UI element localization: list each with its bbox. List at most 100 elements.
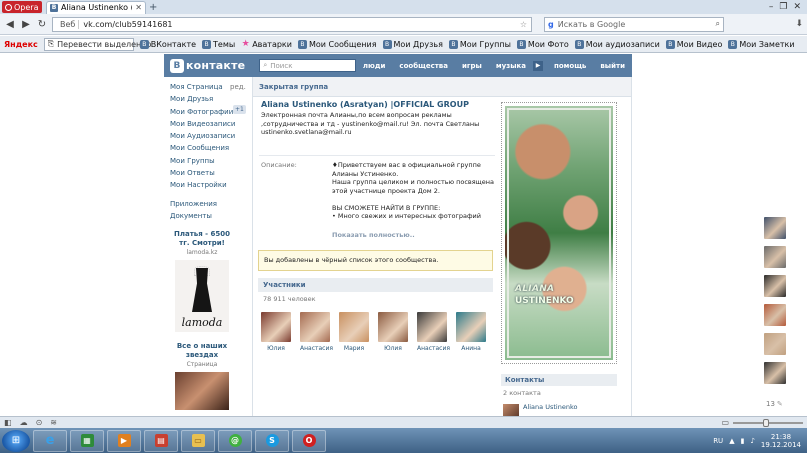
- taskbar-clock[interactable]: 21:38 19.12.2014: [761, 433, 801, 449]
- menu-item-friends[interactable]: Мои Друзья +1: [170, 93, 248, 115]
- friends-online-count[interactable]: 13 ✎: [766, 400, 783, 408]
- maximize-icon[interactable]: ❐: [779, 2, 787, 12]
- volume-icon[interactable]: ♪: [750, 437, 754, 445]
- menu-item-answers[interactable]: Мои Ответы: [170, 167, 248, 179]
- network-icon[interactable]: ▮: [741, 437, 745, 445]
- taskbar-icq[interactable]: @: [218, 429, 252, 452]
- view-icon[interactable]: ▭: [721, 418, 729, 427]
- member-name[interactable]: Анина: [456, 345, 486, 352]
- menu-item-audio[interactable]: Мои Аудиозаписи: [170, 130, 248, 142]
- opera-menu-button[interactable]: Opera: [2, 1, 42, 13]
- ad-block-dresses[interactable]: Платья - 6500 тг. Смотри! lamoda.kz lamo…: [170, 230, 234, 332]
- yandex-logo[interactable]: Яндекс: [4, 40, 38, 49]
- speed-dial-icon[interactable]: ⊙: [36, 418, 43, 427]
- nav-communities[interactable]: сообщества: [392, 62, 455, 70]
- member-avatar[interactable]: [261, 312, 291, 342]
- ad-image-star[interactable]: [175, 372, 229, 410]
- search-icon[interactable]: ⌕: [716, 19, 720, 29]
- friend-avatar[interactable]: [764, 304, 786, 326]
- member-avatar[interactable]: [378, 312, 408, 342]
- tab-close-icon[interactable]: ✕: [135, 3, 142, 12]
- bookmark-videos[interactable]: В Мои Видео: [665, 39, 722, 49]
- taskbar-app-green[interactable]: ▦: [70, 429, 104, 452]
- taskbar-app-red[interactable]: ▤: [144, 429, 178, 452]
- taskbar-explorer[interactable]: ▭: [181, 429, 215, 452]
- menu-item-photos[interactable]: Мои Фотографии: [170, 106, 248, 118]
- members-count[interactable]: 78 911 человек: [263, 295, 316, 303]
- member-avatar[interactable]: [339, 312, 369, 342]
- member-name[interactable]: Мария: [339, 345, 369, 352]
- friend-avatar[interactable]: [764, 217, 786, 239]
- member-item[interactable]: Анастасия: [417, 312, 450, 352]
- member-name[interactable]: Анастасия: [300, 345, 333, 352]
- google-search-field[interactable]: g Искать в Google ⌕: [544, 16, 724, 32]
- play-icon[interactable]: ▶: [533, 60, 544, 71]
- show-full-link[interactable]: Показать полностью..: [332, 231, 415, 239]
- member-item[interactable]: Юлия: [378, 312, 408, 352]
- menu-item-apps[interactable]: Приложения: [170, 198, 248, 210]
- nav-games[interactable]: игры: [455, 62, 489, 70]
- back-icon[interactable]: ◀: [4, 19, 16, 30]
- ad-title[interactable]: Все о наших звездах: [170, 342, 234, 360]
- group-cover-image[interactable]: ALIANA USTINENKO: [505, 106, 613, 360]
- yandex-translate-field[interactable]: ⎘ Перевести выделенно: [43, 37, 151, 51]
- menu-edit-link[interactable]: ред.: [230, 81, 246, 93]
- taskbar-opera[interactable]: O: [292, 429, 326, 452]
- reload-icon[interactable]: ↻: [36, 19, 48, 30]
- bookmark-groups[interactable]: В Мои Группы: [448, 39, 511, 49]
- members-header[interactable]: Участники: [258, 278, 493, 292]
- menu-item-videos[interactable]: Мои Видеозаписи: [170, 118, 248, 130]
- member-avatar[interactable]: [417, 312, 447, 342]
- language-indicator[interactable]: RU: [713, 437, 723, 445]
- member-avatar[interactable]: [456, 312, 486, 342]
- ad-title[interactable]: Платья - 6500 тг. Смотри!: [170, 230, 234, 248]
- ad-block-stars[interactable]: Все о наших звездах Страница: [170, 342, 234, 410]
- vk-logo[interactable]: В контакте: [170, 58, 245, 73]
- contacts-header[interactable]: Контакты: [501, 374, 617, 386]
- member-item[interactable]: Анастасия: [300, 312, 333, 352]
- nav-people[interactable]: люди: [356, 62, 393, 70]
- nav-music[interactable]: музыка: [489, 62, 533, 70]
- panel-toggle-icon[interactable]: ◧: [4, 418, 12, 427]
- member-item[interactable]: Анина: [456, 312, 486, 352]
- downloads-icon[interactable]: ⬇: [795, 19, 803, 29]
- member-item[interactable]: Юлия: [261, 312, 291, 352]
- taskbar-ie[interactable]: e: [33, 429, 67, 452]
- bookmark-photos[interactable]: В Мои Фото: [516, 39, 569, 49]
- taskbar-media-player[interactable]: ▶: [107, 429, 141, 452]
- zoom-slider[interactable]: [733, 418, 803, 427]
- bookmark-avatars[interactable]: ★ Аватарки: [241, 39, 292, 49]
- tray-arrow-icon[interactable]: ▲: [729, 437, 734, 445]
- menu-item-settings[interactable]: Мои Настройки: [170, 179, 248, 191]
- member-name[interactable]: Юлия: [378, 345, 408, 352]
- close-window-icon[interactable]: ✕: [793, 2, 801, 12]
- friend-avatar[interactable]: [764, 333, 786, 355]
- menu-item-documents[interactable]: Документы: [170, 210, 248, 222]
- forward-icon[interactable]: ▶: [20, 19, 32, 30]
- member-avatar[interactable]: [300, 312, 330, 342]
- ad-image-dress[interactable]: lamoda: [175, 260, 229, 332]
- cloud-icon[interactable]: ☁: [20, 418, 28, 427]
- member-name[interactable]: Юлия: [261, 345, 291, 352]
- bookmark-friends[interactable]: В Мои Друзья: [382, 39, 443, 49]
- friend-avatar[interactable]: [764, 362, 786, 384]
- friend-avatar[interactable]: [764, 246, 786, 268]
- menu-item-my-page[interactable]: Моя Страница ред.: [170, 81, 248, 93]
- contact-item[interactable]: Aliana Ustinenko: [503, 404, 577, 416]
- url-field[interactable]: Веб vk.com/club59141681 ☆: [52, 16, 532, 32]
- contact-name[interactable]: Aliana Ustinenko: [523, 404, 577, 416]
- menu-item-groups[interactable]: Мои Группы: [170, 155, 248, 167]
- zoom-slider-handle[interactable]: [763, 418, 769, 427]
- bookmark-messages[interactable]: В Мои Сообщения: [297, 39, 377, 49]
- rss-icon[interactable]: ≋: [50, 418, 57, 427]
- bookmark-notes[interactable]: В Мои Заметки: [728, 39, 795, 49]
- vk-search-input[interactable]: ⌕ Поиск: [259, 59, 356, 72]
- nav-logout[interactable]: выйти: [593, 62, 632, 70]
- contact-avatar[interactable]: [503, 404, 519, 416]
- bookmark-vkontakte[interactable]: В ВКонтакте: [139, 39, 196, 49]
- nav-help[interactable]: помощь: [547, 62, 593, 70]
- friend-avatar[interactable]: [764, 275, 786, 297]
- bookmark-audio[interactable]: В Мои аудиозаписи: [574, 39, 660, 49]
- browser-tab[interactable]: В Aliana Ustinenko (Asrat... ✕: [46, 0, 146, 14]
- member-name[interactable]: Анастасия: [417, 345, 450, 352]
